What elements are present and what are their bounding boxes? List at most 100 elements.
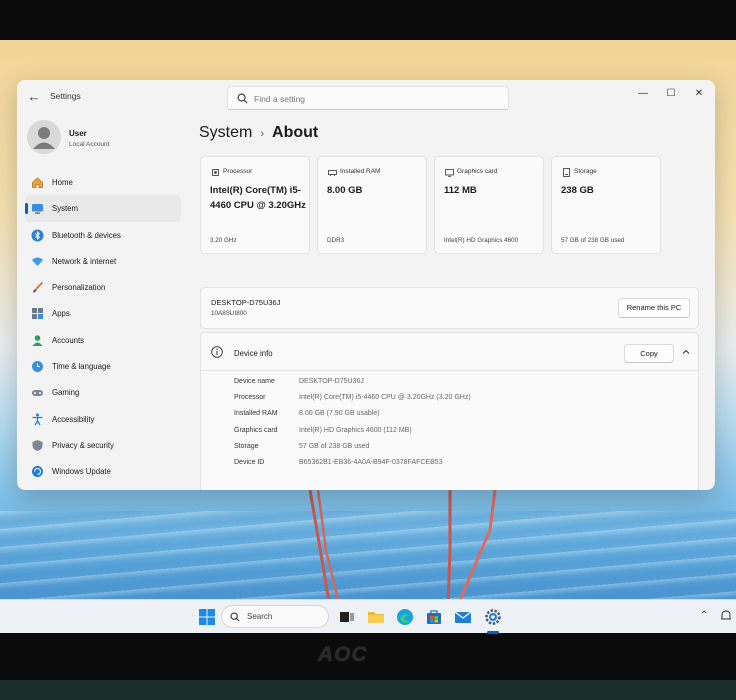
taskbar-search[interactable]: Search [221, 605, 329, 628]
search-icon [237, 93, 248, 104]
sidebar-item-label: Windows Update [52, 467, 111, 477]
card-value: 112 MB [444, 185, 477, 196]
gamepad-icon [32, 390, 43, 397]
processor-card: Processor Intel(R) Core(TM) i5-4460 CPU … [200, 156, 310, 254]
sidebar-item-label: Network & internet [52, 256, 117, 266]
chevron-up-icon[interactable]: ⌃ [700, 610, 708, 621]
sidebar-item-bluetooth[interactable]: Bluetooth & devices [25, 222, 181, 248]
minimize-button[interactable]: — [631, 86, 655, 102]
globe-clock-icon [32, 361, 43, 373]
shield-icon [32, 439, 43, 451]
brush-icon [33, 281, 44, 293]
chevron-up-icon[interactable] [680, 346, 692, 358]
spec-value: Intel(R) Core(TM) i5-4460 CPU @ 3.20GHz … [299, 394, 471, 402]
settings-search-box[interactable] [227, 86, 509, 110]
monitor-brand-logo: AOC [318, 643, 368, 666]
sidebar-item-windows-update[interactable]: Windows Update [25, 458, 181, 484]
breadcrumb-parent[interactable]: System [199, 124, 252, 141]
active-app-indicator [487, 631, 499, 634]
user-name: User [69, 129, 87, 138]
spec-key: Installed RAM [234, 410, 278, 418]
sidebar-item-time-language[interactable]: Time & language [25, 353, 181, 379]
card-subtext: DDR3 [327, 237, 345, 244]
settings-gear-icon[interactable] [483, 607, 503, 627]
spec-value: 57 GB of 238 GB used [299, 442, 370, 450]
card-label: Graphics card [457, 168, 498, 175]
device-info-header[interactable]: Device info Copy [201, 333, 698, 371]
close-button[interactable]: ✕ [687, 86, 711, 102]
copy-button[interactable]: Copy [624, 344, 674, 363]
card-label: Installed RAM [340, 168, 381, 175]
taskbar: Search ⌃ [0, 599, 736, 634]
breadcrumb: System › About [199, 124, 318, 142]
accessibility-icon [32, 413, 43, 426]
card-label: Processor [223, 168, 253, 175]
sidebar-item-label: System [52, 204, 78, 214]
sidebar-item-label: Bluetooth & devices [52, 230, 121, 240]
graphics-card: Graphics card 112 MB Intel(R) HD Graphic… [434, 156, 544, 254]
arrow-left-icon: ← [27, 89, 41, 104]
app-title: Settings [50, 91, 81, 101]
file-explorer-icon[interactable] [366, 607, 386, 627]
task-view-icon[interactable] [337, 607, 357, 627]
sidebar-item-label: Apps [52, 309, 70, 319]
sidebar-item-label: Accessibility [52, 414, 95, 424]
wifi-icon [32, 257, 43, 266]
spec-value: 8.00 GB (7.90 GB usable) [299, 410, 380, 418]
spec-value: B65362B1-EB36-4A0A-B94F-0378FAFCEB53 [299, 458, 443, 466]
back-button[interactable]: ← [25, 88, 43, 106]
card-label: Storage [574, 168, 597, 175]
breadcrumb-separator: › [260, 128, 265, 140]
edge-browser-icon[interactable] [395, 607, 415, 627]
sidebar-item-accessibility[interactable]: Accessibility [25, 406, 181, 432]
settings-window: ← Settings — ☐ ✕ User Local Account Home… [17, 80, 715, 490]
page-title: About [272, 124, 319, 141]
spec-key: Device name [234, 378, 275, 385]
sidebar-item-label: Personalization [52, 283, 106, 293]
microsoft-store-icon[interactable] [424, 607, 444, 627]
spec-key: Device ID [234, 458, 265, 466]
sidebar-item-privacy-security[interactable]: Privacy & security [25, 432, 181, 458]
card-value: 8.00 GB [327, 185, 363, 196]
sidebar-item-network[interactable]: Network & internet [25, 248, 181, 274]
card-value: Intel(R) Core(TM) i5-4460 CPU @ 3.20GHz [210, 185, 306, 211]
bluetooth-icon [31, 229, 44, 242]
pc-name: DESKTOP-D75U36J [211, 298, 281, 307]
sidebar-item-system[interactable]: System [25, 195, 181, 222]
storage-card: Storage 238 GB 57 GB of 238 GB used [551, 156, 661, 254]
sidebar-item-apps[interactable]: Apps [25, 300, 181, 326]
sidebar-item-label: Time & language [52, 362, 111, 372]
spec-value: DESKTOP-D75U36J [299, 378, 364, 385]
title-bar: ← Settings — ☐ ✕ [17, 80, 715, 114]
desk-surface [0, 680, 736, 700]
card-subtext: Intel(R) HD Graphics 4600 [444, 237, 519, 244]
graphics-icon [445, 169, 454, 177]
card-value: 238 GB [561, 185, 594, 196]
mail-icon[interactable] [453, 607, 473, 627]
sidebar-item-accounts[interactable]: Accounts [25, 327, 181, 353]
sidebar-item-label: Home [52, 178, 73, 187]
monitor-icon [32, 204, 43, 214]
card-subtext: 3.20 GHz [210, 237, 237, 244]
notification-bell-icon[interactable] [720, 609, 732, 623]
pc-model: 10A8SUI800 [211, 310, 247, 317]
maximize-button[interactable]: ☐ [659, 86, 683, 102]
person-icon [32, 334, 43, 346]
search-input[interactable] [254, 91, 494, 106]
processor-icon [212, 169, 219, 176]
search-icon [230, 612, 240, 622]
avatar[interactable] [27, 120, 61, 154]
apps-icon [32, 308, 43, 320]
rename-pc-button[interactable]: Rename this PC [618, 298, 690, 318]
device-info-title: Device info [234, 349, 273, 358]
spec-value: Intel(R) HD Graphics 4600 (112 MB) [299, 426, 412, 434]
windows-start-icon[interactable] [197, 607, 217, 627]
user-account-type: Local Account [69, 141, 110, 148]
sidebar-item-gaming[interactable]: Gaming [25, 379, 181, 405]
spec-key: Processor [234, 394, 266, 402]
sidebar-item-label: Accounts [52, 335, 85, 345]
ram-icon [328, 170, 337, 176]
sidebar-item-home[interactable]: Home [25, 169, 181, 195]
sidebar-item-personalization[interactable]: Personalization [25, 274, 181, 300]
ram-card: Installed RAM 8.00 GB DDR3 [317, 156, 427, 254]
